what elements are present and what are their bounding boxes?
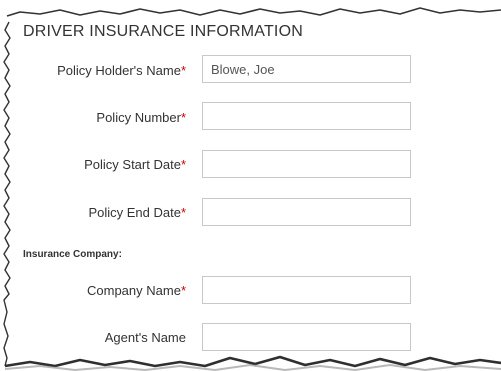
- section-title: DRIVER INSURANCE INFORMATION: [23, 23, 303, 40]
- form-panel: DRIVER INSURANCE INFORMATION Policy Hold…: [0, 0, 501, 371]
- policy-holder-name-label-text: Policy Holder's Name: [57, 63, 181, 78]
- policy-start-date-label: Policy Start Date*: [84, 157, 186, 172]
- required-marker: *: [180, 283, 186, 298]
- required-marker: *: [180, 110, 186, 125]
- required-marker: *: [180, 63, 186, 78]
- policy-end-date-input[interactable]: [202, 198, 411, 226]
- company-name-input[interactable]: [202, 276, 411, 304]
- policy-number-input[interactable]: [202, 102, 411, 130]
- company-name-label-text: Company Name: [87, 283, 181, 298]
- policy-number-label-text: Policy Number: [96, 110, 181, 125]
- policy-start-date-label-text: Policy Start Date: [84, 157, 181, 172]
- agent-name-label: Agent's Name: [104, 330, 186, 345]
- policy-holder-name-label: Policy Holder's Name*: [57, 63, 186, 78]
- insurance-company-heading: Insurance Company:: [23, 249, 122, 260]
- agent-name-input[interactable]: [202, 323, 411, 351]
- policy-holder-name-input[interactable]: [202, 55, 411, 83]
- required-marker: *: [180, 157, 186, 172]
- required-marker: *: [180, 205, 186, 220]
- policy-end-date-label: Policy End Date*: [88, 205, 186, 220]
- policy-start-date-input[interactable]: [202, 150, 411, 178]
- company-name-label: Company Name*: [87, 283, 186, 298]
- policy-end-date-label-text: Policy End Date: [88, 205, 181, 220]
- policy-number-label: Policy Number*: [96, 110, 186, 125]
